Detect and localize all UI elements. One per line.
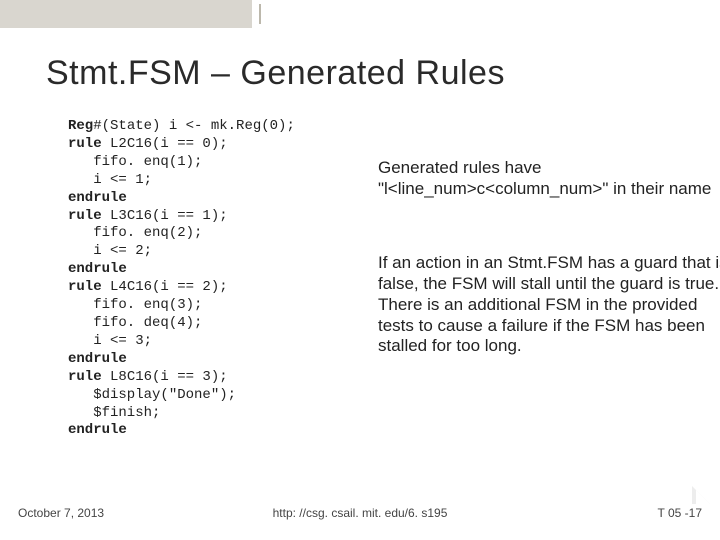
explanatory-notes: Generated rules have "l<line_num>c<colum… [378, 158, 720, 357]
decorative-topbar [0, 0, 720, 28]
note-paragraph-2: If an action in an Stmt.FSM has a guard … [378, 253, 720, 357]
footer-url: http: //csg. csail. mit. edu/6. s195 [0, 506, 720, 520]
page-fold-decoration [692, 486, 710, 504]
slide-title: Stmt.FSM – Generated Rules [46, 54, 505, 93]
footer: October 7, 2013 http: //csg. csail. mit.… [0, 506, 720, 530]
footer-pagelabel: T 05 -17 [658, 506, 702, 520]
note-paragraph-1: Generated rules have "l<line_num>c<colum… [378, 158, 720, 199]
